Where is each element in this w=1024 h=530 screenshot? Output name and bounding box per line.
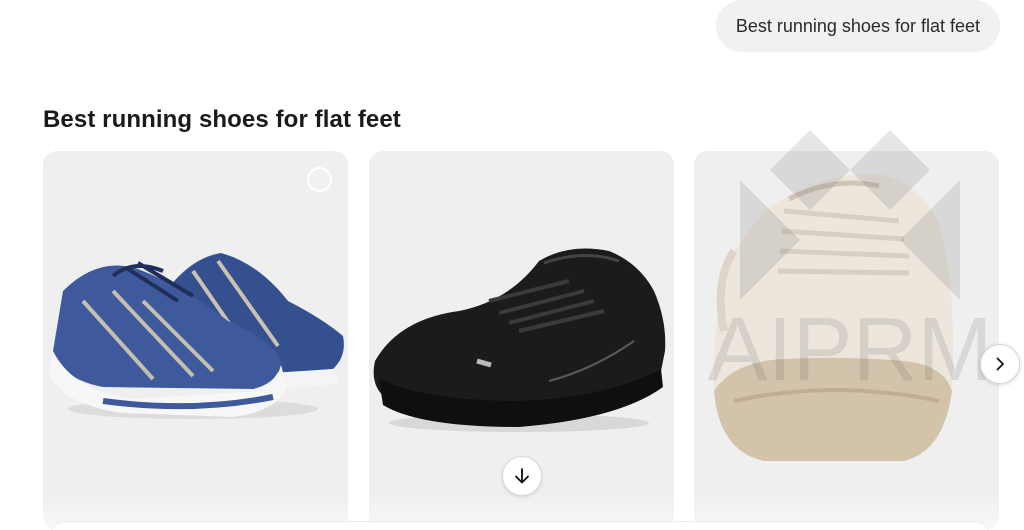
white-running-shoe-image <box>713 174 953 461</box>
image-card-3[interactable] <box>694 151 999 530</box>
image-card-2[interactable] <box>369 151 674 530</box>
blue-running-shoe-image <box>49 253 344 419</box>
message-input-box[interactable] <box>50 521 990 530</box>
carousel-next-button[interactable] <box>980 344 1020 384</box>
results-title: Best running shoes for flat feet <box>43 106 401 133</box>
arrow-down-icon <box>514 468 529 484</box>
image-card-1[interactable] <box>43 151 348 530</box>
user-message-text: Best running shoes for flat feet <box>735 15 980 36</box>
select-image-checkbox[interactable] <box>307 167 332 192</box>
image-carousel <box>43 151 1000 530</box>
chevron-right-icon <box>996 357 1004 371</box>
user-message-bubble: Best running shoes for flat feet <box>715 0 1000 52</box>
download-button[interactable] <box>501 456 542 496</box>
